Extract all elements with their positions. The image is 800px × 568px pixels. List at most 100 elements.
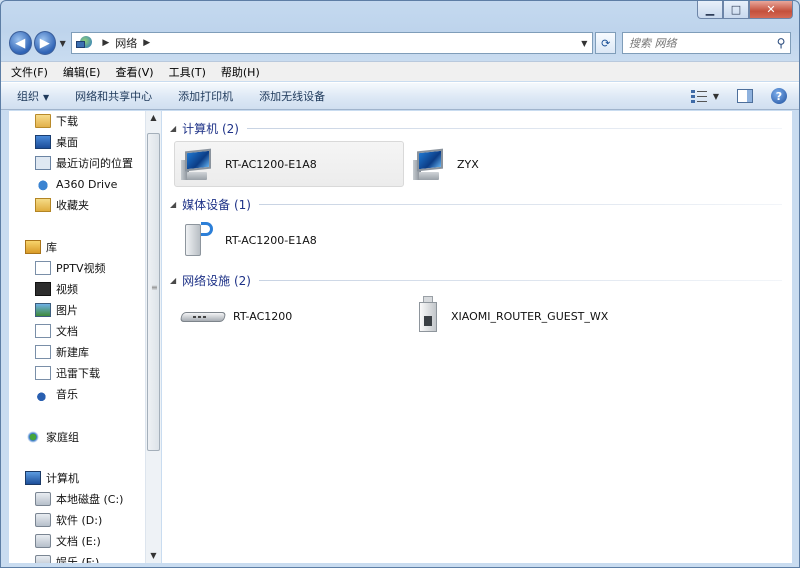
group-divider [246,127,782,129]
nav-item-recent-places[interactable]: 最近访问的位置 [35,153,133,173]
device-label: ZYX [457,157,479,171]
nav-item-label: 下载 [56,115,78,128]
drive-icon [35,492,51,506]
scroll-down-arrow-icon[interactable]: ▼ [146,549,161,563]
group-header-computers[interactable]: ◢ 计算机 (2) [170,119,782,137]
homegroup-icon [25,430,41,444]
nav-item-label: 桌面 [56,136,78,149]
breadcrumb-chevron-icon[interactable]: ▶ [102,38,109,48]
back-arrow-icon: ◀ [15,35,26,51]
nav-item-videos[interactable]: 视频 [35,279,78,299]
desktop-icon [35,135,51,149]
video-icon [35,282,51,296]
nav-item-xunlei[interactable]: 迅雷下载 [35,363,100,383]
nav-item-label: 文档 [56,325,78,338]
device-tile-computer-zyx[interactable]: ZYX [406,141,636,187]
network-icon [76,36,93,50]
nav-item-label: PPTV视频 [56,262,106,275]
group-header-infrastructure[interactable]: ◢ 网络设施 (2) [170,271,782,289]
nav-item-homegroup[interactable]: 家庭组 [25,427,79,447]
nav-item-drive-e[interactable]: 文档 (E:) [35,531,101,551]
recent-pages-dropdown[interactable]: ▼ [58,39,67,48]
device-label: RT-AC1200 [233,309,293,323]
collapse-triangle-icon[interactable]: ◢ [170,124,176,133]
nav-item-label: 软件 (D:) [56,514,103,527]
drive-icon [35,555,51,563]
collapse-triangle-icon[interactable]: ◢ [170,276,176,285]
nav-item-a360-drive[interactable]: A360 Drive [35,174,117,194]
help-icon[interactable]: ? [771,88,787,104]
library-folder-icon [35,345,51,359]
scroll-up-arrow-icon[interactable]: ▲ [146,111,161,125]
command-bar: 组织 ▼ 网络和共享中心 添加打印机 添加无线设备 ▼ ? [1,82,799,110]
menu-help[interactable]: 帮助(H) [221,64,260,80]
view-controls: ▼ ? [690,88,787,104]
nav-item-music[interactable]: 音乐 [35,384,78,404]
favorites-icon [35,198,51,212]
collapse-triangle-icon[interactable]: ◢ [170,200,176,209]
menu-view[interactable]: 查看(V) [115,64,153,80]
nav-item-libraries[interactable]: 库 [25,237,57,257]
window-title-blurred [121,11,421,23]
device-tile-computer-rt-ac1200-e1a8[interactable]: RT-AC1200-E1A8 [174,141,404,187]
search-icon[interactable]: ⚲ [772,36,790,50]
forward-button[interactable]: ▶ [33,31,57,55]
network-sharing-center-button[interactable]: 网络和共享中心 [75,88,152,104]
add-printer-button[interactable]: 添加打印机 [178,88,233,104]
nav-item-pptv[interactable]: PPTV视频 [35,258,106,278]
maximize-button[interactable]: □ [723,1,749,19]
search-input[interactable] [629,36,773,50]
organize-label: 组织 [17,90,39,103]
menu-bar: 文件(F) 编辑(E) 查看(V) 工具(T) 帮助(H) [1,61,799,81]
nav-item-label: 库 [46,241,57,254]
breadcrumb-network[interactable]: 网络 [115,35,137,51]
back-button[interactable]: ◀ [9,31,32,55]
search-box[interactable]: ⚲ [622,32,792,54]
close-button[interactable]: ✕ [749,1,793,19]
computer-icon [181,146,217,182]
nav-item-label: 收藏夹 [56,199,89,212]
address-bar[interactable]: ▶ 网络 ▶ ▼ [71,32,594,54]
view-options-chevron-icon[interactable]: ▼ [713,92,719,101]
preview-pane-icon[interactable] [737,89,753,103]
nav-item-label: 计算机 [46,472,79,485]
recent-places-icon [35,156,51,170]
nav-item-new-library[interactable]: 新建库 [35,342,89,362]
folder-icon [35,114,51,128]
nav-item-label: 最近访问的位置 [56,157,133,170]
change-view-icon[interactable] [690,89,709,103]
menu-tools[interactable]: 工具(T) [169,64,206,80]
menu-edit[interactable]: 编辑(E) [63,64,101,80]
music-icon [35,387,51,401]
nav-item-desktop[interactable]: 桌面 [35,132,78,152]
drive-icon [35,513,51,527]
group-title: 计算机 (2) [182,121,239,136]
nav-item-drive-c[interactable]: 本地磁盘 (C:) [35,489,123,509]
nav-item-drive-f[interactable]: 娱乐 (F:) [35,552,99,563]
breadcrumb-chevron-icon[interactable]: ▶ [143,38,150,48]
device-tile-ap-xiaomi-guest[interactable]: XIAOMI_ROUTER_GUEST_WX [406,293,666,339]
nav-item-label: 本地磁盘 (C:) [56,493,124,506]
scrollbar-thumb[interactable]: ≡ [147,133,160,451]
group-header-media[interactable]: ◢ 媒体设备 (1) [170,195,782,213]
address-dropdown-icon[interactable]: ▼ [576,39,592,48]
nav-item-label: 视频 [56,283,78,296]
minimize-button[interactable]: ▁ [697,1,723,19]
group-divider [258,203,782,205]
device-tile-media-rt-ac1200-e1a8[interactable]: RT-AC1200-E1A8 [174,217,404,263]
device-tile-router-rt-ac1200[interactable]: RT-AC1200 [174,293,404,339]
nav-item-favorites[interactable]: 收藏夹 [35,195,89,215]
nav-item-pictures[interactable]: 图片 [35,300,78,320]
nav-pane-scrollbar[interactable]: ▲ ≡ ▼ [145,111,161,563]
nav-item-drive-d[interactable]: 软件 (D:) [35,510,102,530]
menu-file[interactable]: 文件(F) [11,64,48,80]
add-wireless-device-button[interactable]: 添加无线设备 [259,88,325,104]
nav-item-downloads[interactable]: 下载 [35,111,78,131]
nav-item-documents[interactable]: 文档 [35,321,78,341]
nav-item-computer[interactable]: 计算机 [25,468,79,488]
chevron-down-icon: ▼ [43,93,50,102]
nav-item-label: 新建库 [56,346,89,359]
documents-icon [35,324,51,338]
organize-button[interactable]: 组织 ▼ [17,88,49,104]
refresh-button[interactable]: ⟳ [595,32,617,54]
